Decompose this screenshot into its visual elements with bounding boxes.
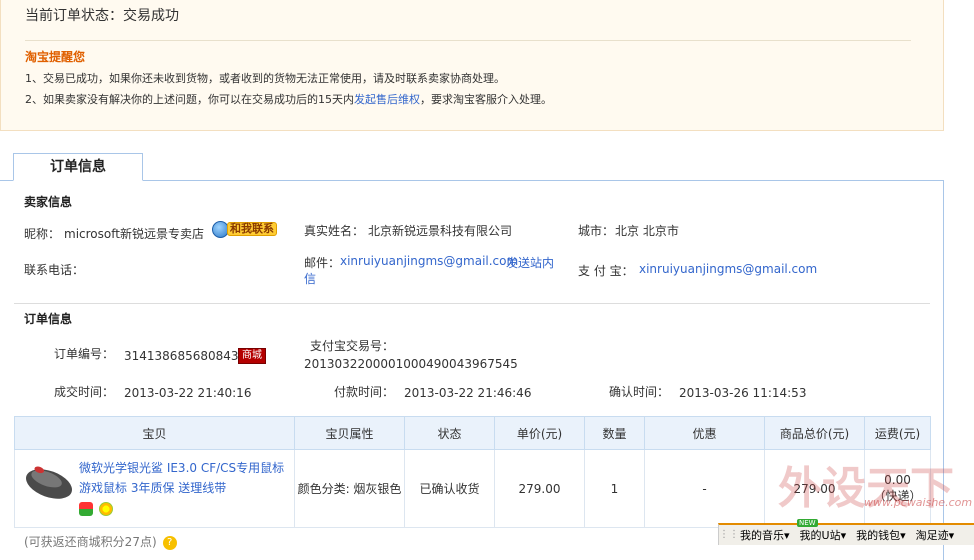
column-header: 单价(元) xyxy=(494,416,585,450)
toolbar-grip-icon[interactable]: ⋮⋮ xyxy=(719,526,739,544)
site-watermark: 外设天下 www.pcwaishe.com xyxy=(778,452,972,514)
realname-label: 真实姓名： xyxy=(304,224,365,238)
unit-price: 279.00 xyxy=(494,449,585,528)
order-status-label: 当前订单状态： xyxy=(25,8,123,24)
mall-points-text: (可获返还商城积分27点) xyxy=(24,535,157,549)
email-label: 邮件： xyxy=(304,256,341,270)
item-status: 已确认收货 xyxy=(404,449,495,528)
column-header: 数量 xyxy=(584,416,645,450)
toolbar-item-footprints[interactable]: 淘足迹▾ xyxy=(911,527,960,543)
after-sale-rights-link[interactable]: 发起售后维权 xyxy=(354,93,420,106)
product-thumbnail[interactable] xyxy=(23,462,75,502)
order-no-label: 订单编号： xyxy=(54,347,115,361)
seller-info-title: 卖家信息 xyxy=(24,195,73,209)
taobao-toolbar: ⋮⋮ NEW 我的音乐▾ 我的U站▾ 我的钱包▾ 淘足迹▾ xyxy=(718,519,974,545)
column-header: 优惠 xyxy=(644,416,765,450)
deal-time-value: 2013-03-22 21:40:16 xyxy=(124,386,252,400)
contact-seller-label: 和我联系 xyxy=(227,222,277,236)
email-value[interactable]: xinruiyuanjingms@gmail.com xyxy=(340,254,518,268)
column-header: 宝贝属性 xyxy=(294,416,405,450)
toolbar-item-my-ustation[interactable]: 我的U站▾ xyxy=(795,527,852,543)
contact-seller-button[interactable]: 和我联系 xyxy=(212,220,277,238)
column-header: 运费(元) xyxy=(864,416,931,450)
order-status-box: 当前订单状态：交易成功 淘宝提醒您 1、交易已成功，如果你还未收到货物，或者收到… xyxy=(0,0,944,131)
table-header-row: 宝贝 宝贝属性 状态 单价(元) 数量 优惠 商品总价(元) 运费(元) xyxy=(14,416,931,450)
product-title-link[interactable]: 微软光学银光鲨 IE3.0 CF/CS专用鼠标 游戏鼠标 3年质保 送理线带 xyxy=(79,458,299,498)
watermark-url: www.pcwaishe.com xyxy=(864,496,973,509)
nickname-label: 昵称： xyxy=(24,227,61,241)
realname-value: 北京新锐远景科技有限公司 xyxy=(368,224,513,238)
help-icon[interactable]: ? xyxy=(162,535,177,550)
alipay-trade-value: 2013032200001000490043967545 xyxy=(304,357,518,371)
order-status-value: 交易成功 xyxy=(123,8,179,24)
nickname-value: microsoft新锐远景专卖店 xyxy=(64,227,204,241)
gift-icon[interactable] xyxy=(79,502,93,516)
status-divider xyxy=(25,40,911,41)
city-label: 城市： xyxy=(578,224,615,238)
toolbar-item-label: 我的音乐▾ xyxy=(740,529,790,542)
mall-points-note: (可获返还商城积分27点)? xyxy=(24,533,177,550)
deal-time-label: 成交时间： xyxy=(54,385,115,399)
confirm-time-label: 确认时间： xyxy=(609,385,670,399)
order-no-value: 314138685680843 xyxy=(124,349,239,363)
column-header: 商品总价(元) xyxy=(764,416,865,450)
new-badge: NEW xyxy=(797,519,818,527)
column-header: 状态 xyxy=(404,416,495,450)
mall-badge: 商城 xyxy=(238,348,266,364)
column-header: 宝贝 xyxy=(14,416,295,450)
alipay-account-value[interactable]: xinruiyuanjingms@gmail.com xyxy=(639,262,817,276)
reminder-line-1: 1、交易已成功，如果你还未收到货物，或者收到的货物无法正常使用，请及时联系卖家协… xyxy=(25,72,505,85)
pay-time-label: 付款时间： xyxy=(334,385,395,399)
reminder-line-2: 2、如果卖家没有解决你的上述问题，你可以在交易成功后的15天内发起售后维权，要求… xyxy=(25,91,552,107)
pay-time-value: 2013-03-22 21:46:46 xyxy=(404,386,532,400)
toolbar-item-my-music[interactable]: NEW 我的音乐▾ xyxy=(735,519,818,543)
reminder-title: 淘宝提醒您 xyxy=(25,50,86,64)
tab-order-info[interactable]: 订单信息 xyxy=(13,153,143,181)
product-cell: 微软光学银光鲨 IE3.0 CF/CS专用鼠标 游戏鼠标 3年质保 送理线带 xyxy=(14,449,295,528)
order-status-line: 当前订单状态：交易成功 xyxy=(25,5,179,25)
order-info-title: 订单信息 xyxy=(24,312,73,326)
reminder-line-2-pre: 2、如果卖家没有解决你的上述问题，你可以在交易成功后的15天内 xyxy=(25,93,354,106)
product-service-icons xyxy=(79,502,113,516)
flower-icon[interactable] xyxy=(99,502,113,516)
product-attribute: 颜色分类: 烟灰银色 xyxy=(294,449,405,528)
section-divider xyxy=(14,303,930,304)
quantity: 1 xyxy=(584,449,645,528)
alipay-trade-label: 支付宝交易号： xyxy=(310,339,395,353)
alipay-label: 支 付 宝： xyxy=(578,264,634,278)
send-message-link[interactable]: 发送站内 xyxy=(506,254,554,271)
reminder-line-2-post: ，要求淘宝客服介入处理。 xyxy=(420,93,552,106)
discount: - xyxy=(644,449,765,528)
city-value: 北京 北京市 xyxy=(615,224,679,238)
toolbar-item-my-wallet[interactable]: 我的钱包▾ xyxy=(851,527,911,543)
confirm-time-value: 2013-03-26 11:14:53 xyxy=(679,386,807,400)
send-message-link-cont[interactable]: 信 xyxy=(304,270,316,287)
phone-label: 联系电话： xyxy=(24,263,85,277)
